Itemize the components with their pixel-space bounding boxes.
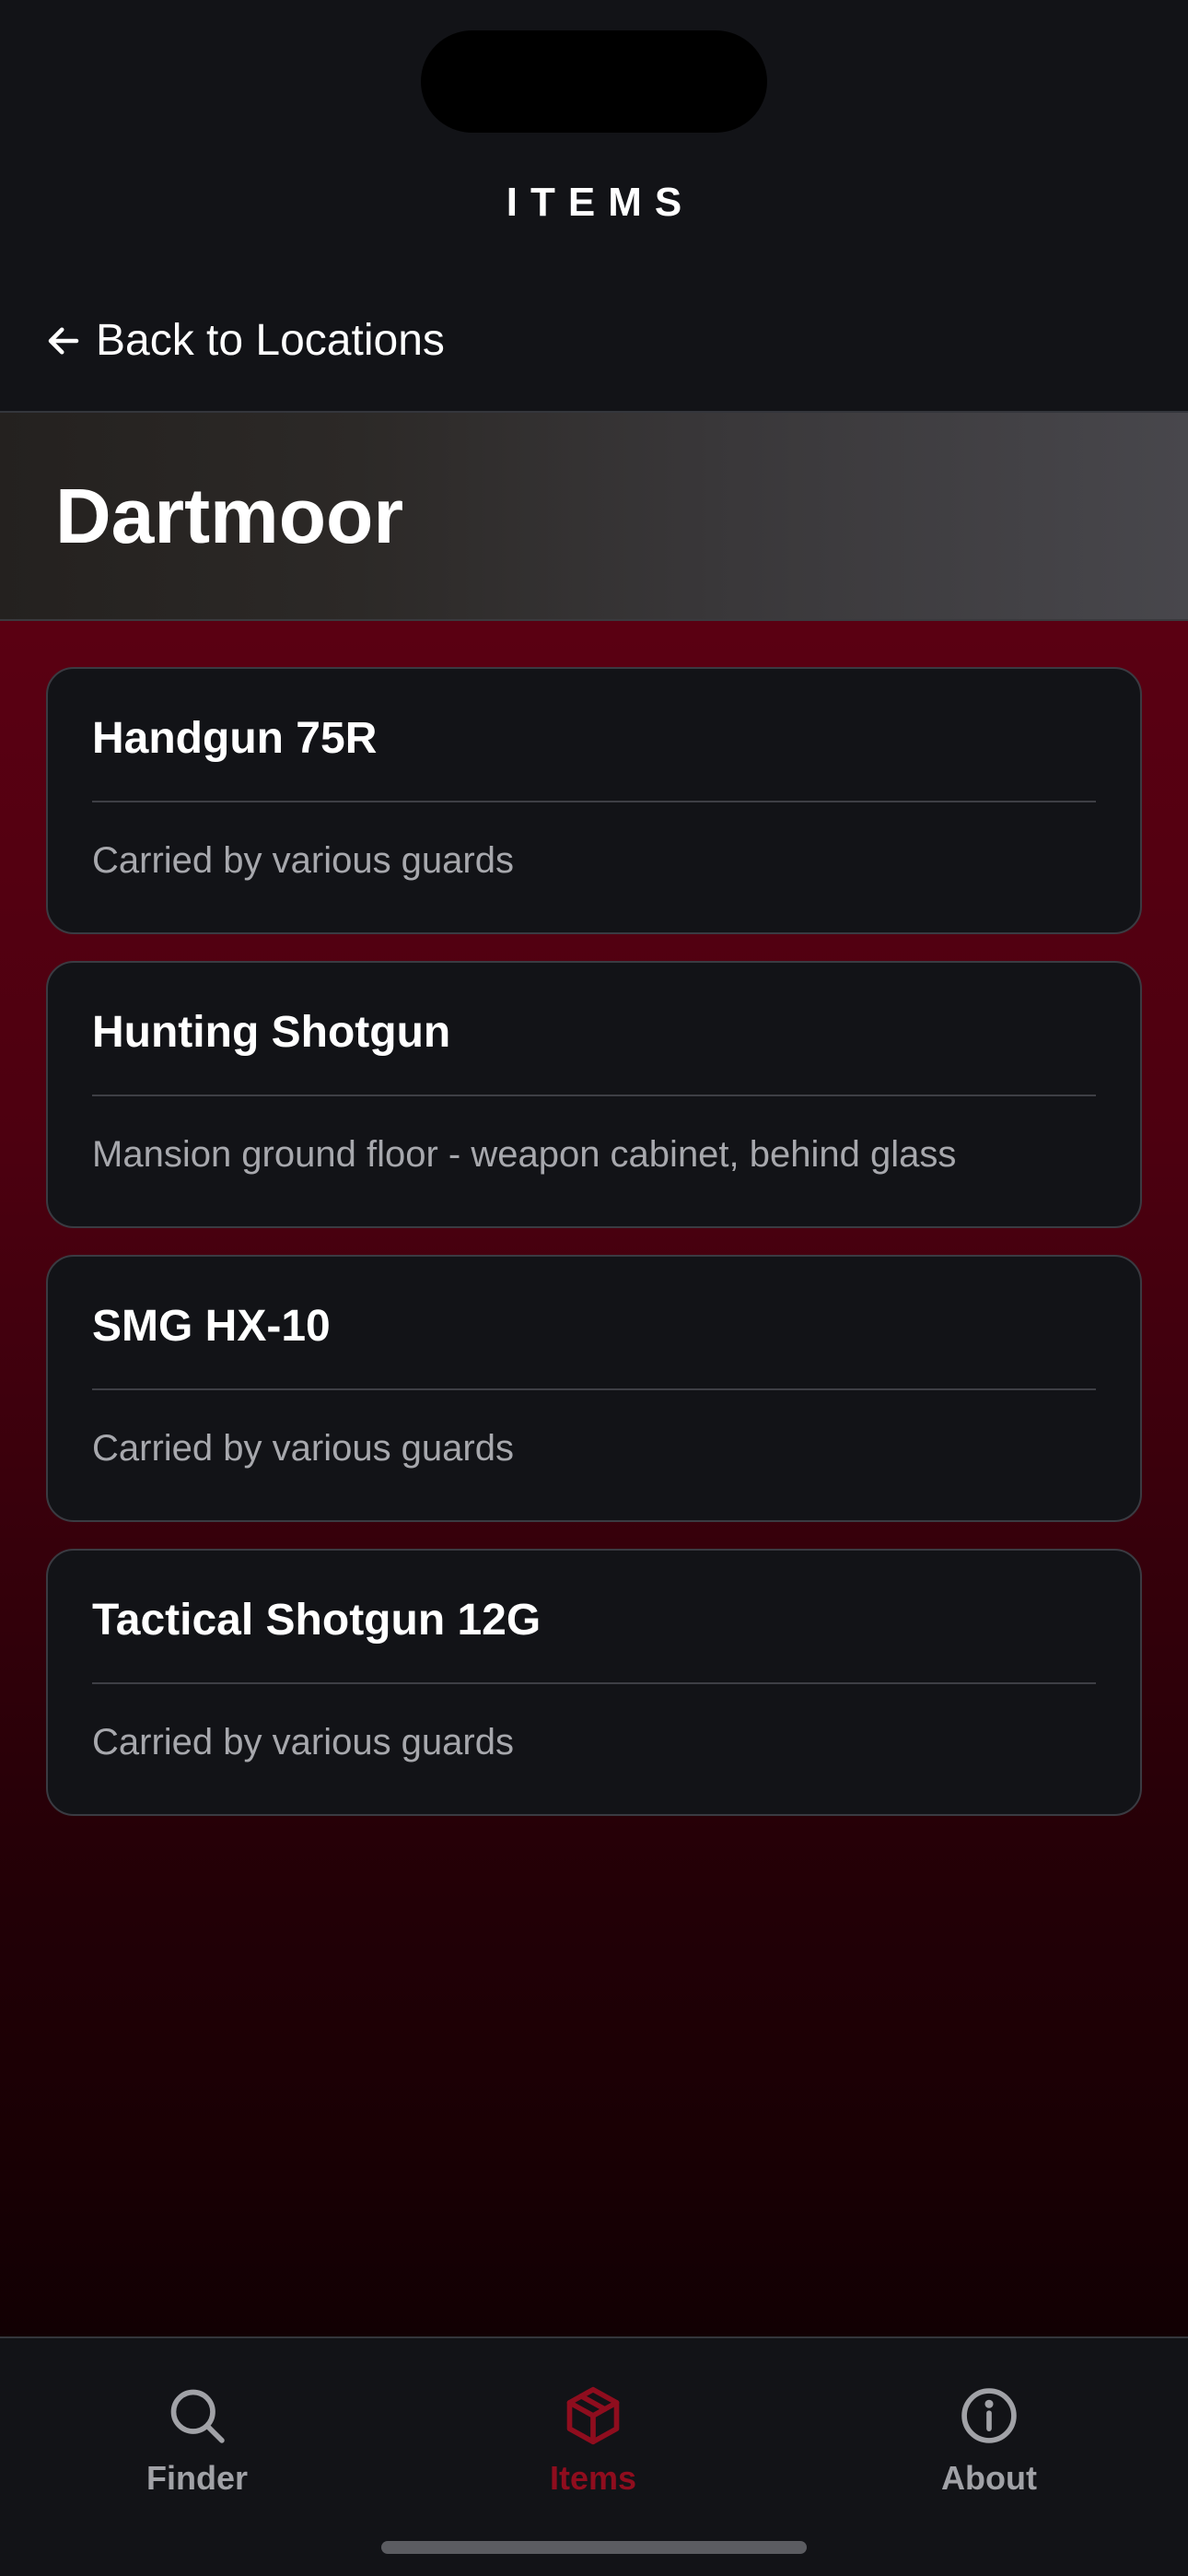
item-location: Mansion ground floor - weapon cabinet, b…	[92, 1134, 957, 1175]
top-header: ITEMS Back to Locations	[0, 0, 1188, 413]
info-icon	[958, 2384, 1020, 2447]
item-name: Hunting Shotgun	[92, 1008, 451, 1057]
item-card[interactable]: SMG HX-10 Carried by various guards	[46, 1255, 1142, 1522]
box-icon	[562, 2384, 624, 2447]
item-divider	[92, 1388, 1096, 1390]
tab-finder-label: Finder	[146, 2459, 248, 2497]
tab-items[interactable]: Items	[455, 2384, 731, 2532]
item-name: SMG HX-10	[92, 1302, 331, 1351]
back-link-label: Back to Locations	[96, 316, 445, 365]
item-location: Carried by various guards	[92, 1428, 514, 1469]
arrow-left-icon	[44, 322, 83, 360]
item-name: Tactical Shotgun 12G	[92, 1596, 542, 1645]
back-to-locations-button[interactable]: Back to Locations	[44, 309, 445, 373]
item-location: Carried by various guards	[92, 840, 514, 881]
item-divider	[92, 1682, 1096, 1684]
item-name: Handgun 75R	[92, 714, 378, 763]
home-indicator	[381, 2541, 807, 2554]
item-list: Handgun 75R Carried by various guards Hu…	[0, 621, 1188, 2336]
tab-about-label: About	[941, 2459, 1037, 2497]
app-screen: ITEMS Back to Locations Dartmoor Handgun…	[0, 0, 1188, 2576]
item-divider	[92, 801, 1096, 802]
location-title: Dartmoor	[55, 473, 404, 559]
item-location: Carried by various guards	[92, 1722, 514, 1762]
item-card[interactable]: Tactical Shotgun 12G Carried by various …	[46, 1549, 1142, 1816]
search-icon	[166, 2384, 228, 2447]
location-banner: Dartmoor	[0, 413, 1188, 621]
bottom-tab-bar: Finder Items About	[0, 2336, 1188, 2576]
item-card[interactable]: Handgun 75R Carried by various guards	[46, 667, 1142, 934]
dynamic-island	[421, 30, 767, 133]
tab-items-label: Items	[549, 2459, 637, 2497]
item-divider	[92, 1095, 1096, 1096]
page-title: ITEMS	[506, 180, 695, 225]
tab-about[interactable]: About	[851, 2384, 1127, 2532]
tab-finder[interactable]: Finder	[59, 2384, 335, 2532]
item-card[interactable]: Hunting Shotgun Mansion ground floor - w…	[46, 961, 1142, 1228]
